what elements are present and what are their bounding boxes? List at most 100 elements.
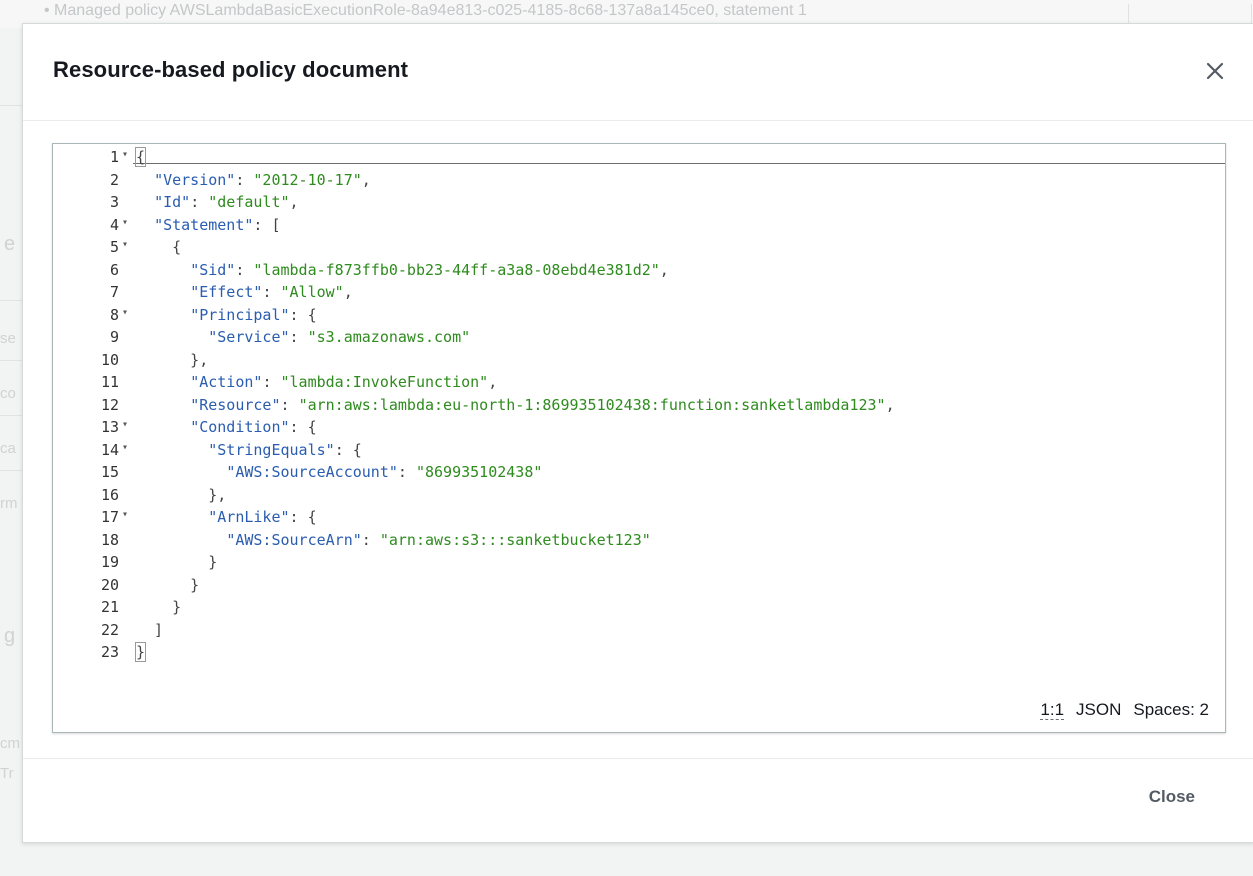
code-text: "Resource": "arn:aws:lambda:eu-north-1:8… bbox=[190, 395, 895, 414]
line-number: 6 bbox=[109, 260, 119, 279]
code-line: 14 ▾ "StringEquals": { bbox=[53, 439, 1223, 462]
line-number: 17 bbox=[100, 508, 119, 526]
code-line: 20 } bbox=[53, 574, 1223, 597]
code-text: "Statement": [ bbox=[154, 215, 281, 234]
code-line: 4 ▾ "Statement": [ bbox=[53, 214, 1223, 237]
code-line: 15 "AWS:SourceAccount": "869935102438" bbox=[53, 461, 1223, 484]
code-line: 3 "Id": "default", bbox=[53, 191, 1223, 214]
code-line: 23} bbox=[53, 641, 1223, 664]
modal-footer: Close bbox=[23, 758, 1253, 843]
modal-body: 1 ▾{2 "Version": "2012-10-17", 3 "Id": "de… bbox=[23, 121, 1253, 758]
fold-toggle-icon[interactable]: ▾ bbox=[119, 506, 136, 529]
line-number: 13 bbox=[100, 418, 119, 436]
modal-title: Resource-based policy document bbox=[53, 57, 409, 82]
code-text: ] bbox=[136, 620, 164, 639]
code-text: "StringEquals": { bbox=[208, 440, 362, 459]
line-number: 2 bbox=[109, 170, 119, 189]
code-text: }, bbox=[136, 485, 227, 504]
code-text: "Principal": { bbox=[190, 305, 317, 324]
policy-modal: Resource-based policy document 1 ▾{2 "Ver… bbox=[22, 23, 1253, 843]
code-lines[interactable]: 1 ▾{2 "Version": "2012-10-17", 3 "Id": "de… bbox=[53, 146, 1223, 664]
code-line: 18 "AWS:SourceArn": "arn:aws:s3:::sanket… bbox=[53, 529, 1223, 552]
background-divider bbox=[0, 300, 24, 301]
close-icon-glyph bbox=[1206, 62, 1224, 80]
code-text: "Action": "lambda:InvokeFunction", bbox=[190, 373, 498, 391]
fold-toggle-icon[interactable]: ▾ bbox=[119, 416, 136, 439]
cursor-position[interactable]: 1:1 bbox=[1040, 701, 1065, 720]
fold-toggle-icon[interactable]: ▾ bbox=[119, 236, 136, 259]
code-line: 17 ▾ "ArnLike": { bbox=[53, 506, 1223, 529]
code-text: "Id": "default", bbox=[154, 193, 299, 211]
code-text: { bbox=[134, 147, 147, 167]
line-number: 8 bbox=[109, 305, 119, 324]
code-text: "ArnLike": { bbox=[208, 508, 317, 526]
code-text: "Version": "2012-10-17", bbox=[154, 170, 371, 189]
code-text: }, bbox=[136, 350, 209, 369]
code-text: "Sid": "lambda-f873ffb0-bb23-44ff-a3a8-0… bbox=[190, 260, 669, 279]
line-number: 23 bbox=[100, 643, 119, 661]
code-line: 21 } bbox=[53, 596, 1223, 619]
code-text: "Condition": { bbox=[190, 418, 317, 436]
background-divider bbox=[0, 360, 24, 361]
language-mode: JSON bbox=[1076, 700, 1122, 719]
code-text: "Effect": "Allow", bbox=[190, 283, 353, 301]
code-line: 16 }, bbox=[53, 484, 1223, 507]
code-line: 2 "Version": "2012-10-17", bbox=[53, 169, 1223, 192]
line-number: 16 bbox=[100, 485, 119, 504]
fold-toggle-icon[interactable]: ▾ bbox=[119, 439, 136, 462]
code-text: { bbox=[136, 238, 182, 256]
line-number: 3 bbox=[109, 193, 119, 211]
line-number: 4 bbox=[109, 215, 119, 234]
line-number: 12 bbox=[100, 395, 119, 414]
line-number: 9 bbox=[109, 328, 119, 346]
line-number: 21 bbox=[100, 598, 119, 616]
modal-header: Resource-based policy document bbox=[23, 24, 1253, 121]
code-line: 8 ▾ "Principal": { bbox=[53, 304, 1223, 327]
code-text: "Service": "s3.amazonaws.com" bbox=[208, 328, 471, 346]
background-policy-line: • Managed policy AWSLambdaBasicExecution… bbox=[44, 2, 807, 19]
code-line: 22 ] bbox=[53, 619, 1223, 642]
editor-status-bar: 1:1 JSON Spaces: 2 bbox=[1040, 700, 1209, 720]
close-button[interactable]: Close bbox=[1149, 787, 1195, 807]
background-divider bbox=[0, 415, 24, 416]
line-number: 20 bbox=[100, 575, 119, 594]
fold-toggle-icon[interactable]: ▾ bbox=[119, 304, 136, 327]
code-line: 5 ▾ { bbox=[53, 236, 1223, 259]
background-divider bbox=[0, 470, 24, 471]
code-line: 10 }, bbox=[53, 349, 1223, 372]
code-text: } bbox=[136, 553, 218, 571]
line-number: 14 bbox=[100, 440, 119, 459]
code-text: } bbox=[136, 575, 200, 594]
line-number: 19 bbox=[100, 553, 119, 571]
line-number: 15 bbox=[100, 463, 119, 481]
code-text: } bbox=[134, 642, 147, 662]
close-icon[interactable] bbox=[1203, 59, 1227, 83]
fold-toggle-icon[interactable]: ▾ bbox=[119, 146, 136, 169]
code-line: 12 "Resource": "arn:aws:lambda:eu-north-… bbox=[53, 394, 1223, 417]
line-number: 10 bbox=[100, 350, 119, 369]
line-number: 1 bbox=[109, 148, 119, 166]
code-line: 7 "Effect": "Allow", bbox=[53, 281, 1223, 304]
fold-toggle-icon[interactable]: ▾ bbox=[119, 214, 136, 237]
line-number: 11 bbox=[100, 373, 119, 391]
code-text: "AWS:SourceArn": "arn:aws:s3:::sanketbuc… bbox=[226, 530, 651, 549]
code-text: "AWS:SourceAccount": "869935102438" bbox=[226, 463, 543, 481]
code-line: 6 "Sid": "lambda-f873ffb0-bb23-44ff-a3a8… bbox=[53, 259, 1223, 282]
code-editor[interactable]: 1 ▾{2 "Version": "2012-10-17", 3 "Id": "de… bbox=[52, 143, 1226, 733]
line-number: 7 bbox=[109, 283, 119, 301]
